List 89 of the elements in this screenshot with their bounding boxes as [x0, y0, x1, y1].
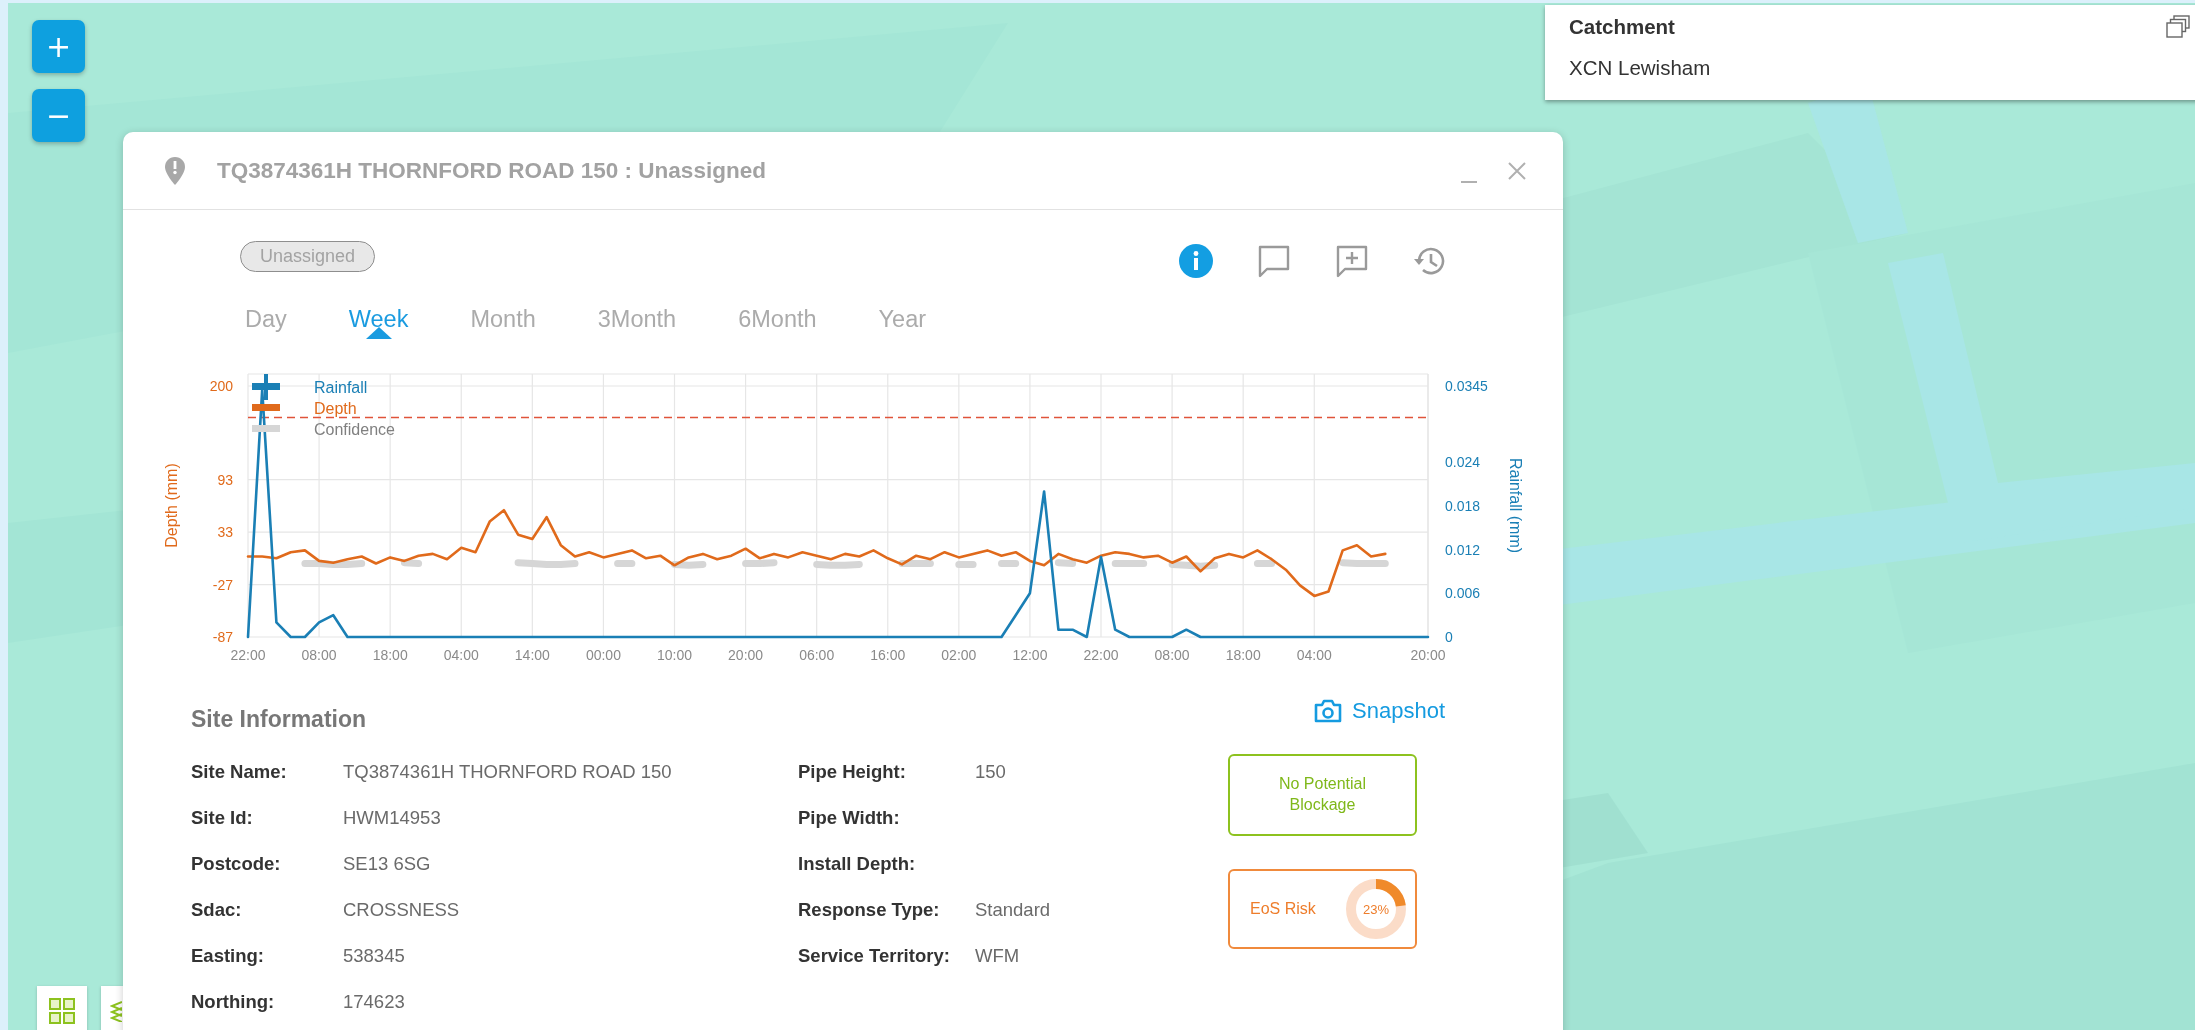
- legend-label: Confidence: [314, 421, 395, 438]
- axis-tick-label: 93: [217, 471, 233, 488]
- field-value: WFM: [975, 945, 1021, 967]
- legend-swatch-icon: [252, 425, 280, 432]
- range-tab[interactable]: 3Month: [597, 305, 677, 333]
- add-comment-icon: [1334, 243, 1370, 279]
- axis-tick-label: 14:00: [514, 647, 550, 663]
- axis-title: Depth (mm): [163, 463, 180, 548]
- zoom-in-button[interactable]: +: [32, 20, 85, 73]
- legend-label: Rainfall: [314, 379, 368, 396]
- field-value: Standard: [975, 899, 1052, 921]
- axis-tick-label: 22:00: [1083, 647, 1119, 663]
- field-value: 174623: [343, 991, 406, 1013]
- info-button[interactable]: [1178, 243, 1214, 279]
- field-value: CROSSNESS: [343, 899, 461, 921]
- field-value: 150: [975, 761, 1007, 783]
- grid-view-button[interactable]: [37, 986, 87, 1030]
- field-value: TQ3874361H THORNFORD ROAD 150: [343, 761, 673, 783]
- legend-swatch-icon: [252, 404, 280, 411]
- axis-tick-label: -87: [212, 629, 233, 645]
- field-label: Sdac:: [191, 899, 243, 921]
- axis-tick-label: 04:00: [443, 647, 479, 663]
- snapshot-button[interactable]: Snapshot: [1228, 694, 1445, 728]
- panel-title: Catchment: [1569, 15, 1675, 39]
- layers-icon: [110, 1000, 122, 1022]
- axis-tick-label: 08:00: [1154, 647, 1190, 663]
- field-label: Pipe Height:: [798, 761, 907, 783]
- field-value: 538345: [343, 945, 406, 967]
- field-label: Postcode:: [191, 853, 282, 875]
- blockage-status: No Potential Blockage: [1228, 754, 1417, 836]
- axis-tick-label: 12:00: [1012, 647, 1048, 663]
- field-label: Install Depth:: [798, 853, 917, 875]
- range-tab[interactable]: Week: [348, 305, 409, 333]
- zoom-out-button[interactable]: −: [32, 89, 85, 142]
- grid-icon: [49, 998, 75, 1024]
- axis-tick-label: 0.0345: [1445, 378, 1488, 394]
- axis-tick-label: 06:00: [799, 647, 835, 663]
- minimize-icon: [1461, 180, 1477, 183]
- selected-tab-pointer: [365, 327, 392, 339]
- axis-tick-label: 0.012: [1445, 541, 1481, 558]
- range-tab[interactable]: 6Month: [738, 305, 817, 333]
- field-label: Service Territory:: [798, 945, 951, 967]
- axis-tick-label: 20:00: [1410, 647, 1446, 663]
- axis-tick-label: 08:00: [301, 647, 337, 663]
- axis-tick-label: 0.018: [1445, 498, 1481, 515]
- field-value: SE13 6SG: [343, 853, 432, 875]
- field-label: Site Name:: [191, 761, 288, 783]
- axis-tick-label: 18:00: [372, 647, 408, 663]
- axis-tick-label: 22:00: [230, 647, 266, 663]
- field-label: Easting:: [191, 945, 265, 967]
- risk-donut: [1345, 878, 1407, 940]
- axis-tick-label: 0: [1445, 629, 1453, 645]
- axis-tick-label: 20:00: [728, 647, 764, 663]
- catchment-name: XCN Lewisham: [1569, 56, 1711, 80]
- axis-tick-label: 33: [217, 524, 233, 541]
- comment-icon: [1256, 243, 1292, 279]
- legend-label: Depth: [314, 400, 357, 417]
- axis-tick-label: 0.024: [1445, 454, 1481, 471]
- axis-tick-label: 10:00: [657, 647, 693, 663]
- range-tab[interactable]: Day: [245, 305, 287, 333]
- close-icon: [1507, 160, 1527, 181]
- axis-tick-label: 04:00: [1296, 647, 1332, 663]
- axis-tick-label: 02:00: [941, 647, 977, 663]
- field-label: Pipe Width:: [798, 807, 901, 829]
- field-value: HWM14953: [343, 807, 442, 829]
- window-title: TQ3874361H THORNFORD ROAD 150 : Unassigned: [217, 157, 767, 184]
- comment-button[interactable]: [1256, 243, 1292, 279]
- camera-icon: [1314, 699, 1343, 723]
- field-label: Northing:: [191, 991, 276, 1013]
- range-tab[interactable]: Month: [470, 305, 536, 333]
- axis-tick-label: 00:00: [585, 647, 621, 663]
- axis-tick-label: 18:00: [1225, 647, 1261, 663]
- status-badge: Unassigned: [240, 241, 376, 272]
- axis-tick-label: 200: [209, 378, 233, 394]
- axis-tick-label: 0.006: [1445, 585, 1481, 602]
- add-comment-button[interactable]: [1334, 243, 1370, 279]
- field-label: Response Type:: [798, 899, 941, 921]
- axis-tick-label: -27: [212, 576, 233, 593]
- warning-pin-icon: [164, 155, 186, 186]
- risk-percentage: 23%: [1363, 901, 1389, 917]
- axis-title: Rainfall (mm): [1507, 457, 1524, 554]
- restore-window-icon[interactable]: [2166, 15, 2191, 39]
- info-icon: [1178, 243, 1214, 279]
- range-tab[interactable]: Year: [878, 305, 927, 333]
- layers-button[interactable]: [101, 986, 123, 1030]
- field-label: Site Id:: [191, 807, 254, 829]
- axis-tick-label: 16:00: [870, 647, 906, 663]
- risk-label: EoS Risk: [1250, 900, 1316, 918]
- section-heading: Site Information: [191, 705, 368, 734]
